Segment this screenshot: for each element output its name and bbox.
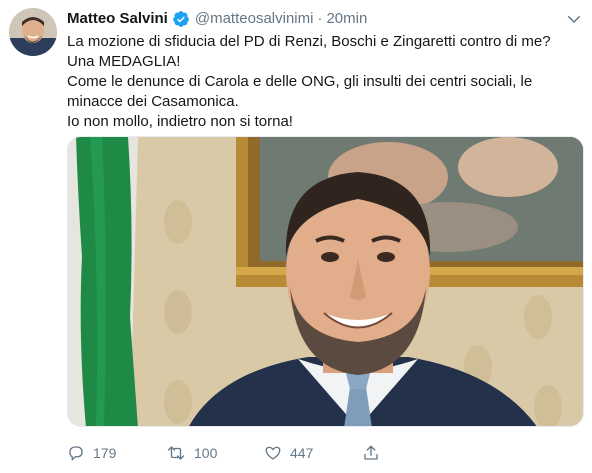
share-button[interactable] — [362, 444, 380, 462]
tweet-text-line: La mozione di sfiducia del PD di Renzi, … — [67, 33, 551, 50]
verified-badge-icon — [172, 11, 189, 27]
chevron-down-icon[interactable] — [565, 10, 583, 28]
retweet-icon — [167, 446, 185, 460]
separator-dot: · — [317, 10, 323, 27]
retweet-button[interactable]: 100 — [166, 444, 217, 462]
display-name[interactable]: Matteo Salvini — [67, 9, 168, 29]
tweet-text: La mozione di sfiducia del PD di Renzi, … — [67, 32, 582, 132]
tweet-text-line: Io non mollo, indietro non si torna! — [67, 113, 293, 130]
reply-count: 179 — [93, 445, 117, 461]
share-icon — [364, 445, 378, 460]
tweet-card[interactable]: Matteo Salvini @matteosalvinimi · 20min … — [0, 0, 592, 473]
tweet-text-line: Una MEDAGLIA! — [67, 53, 181, 70]
tweet-actions: 179 100 447 — [67, 442, 582, 464]
like-count: 447 — [290, 445, 314, 461]
tweet-text-line: minacce dei Casamonica. — [67, 93, 239, 110]
reply-button[interactable]: 179 — [67, 444, 116, 462]
heart-icon — [265, 446, 281, 460]
tweet-photo[interactable] — [67, 136, 584, 427]
reply-icon — [69, 446, 83, 461]
tweet-header: Matteo Salvini @matteosalvinimi · 20min — [67, 8, 367, 30]
user-handle[interactable]: @matteosalvinimi — [195, 9, 314, 29]
timestamp[interactable]: 20min — [326, 9, 367, 29]
tweet-text-line: Come le denunce di Carola e delle ONG, g… — [67, 73, 533, 90]
retweet-count: 100 — [194, 445, 218, 461]
like-button[interactable]: 447 — [264, 444, 313, 462]
avatar[interactable] — [9, 8, 57, 56]
